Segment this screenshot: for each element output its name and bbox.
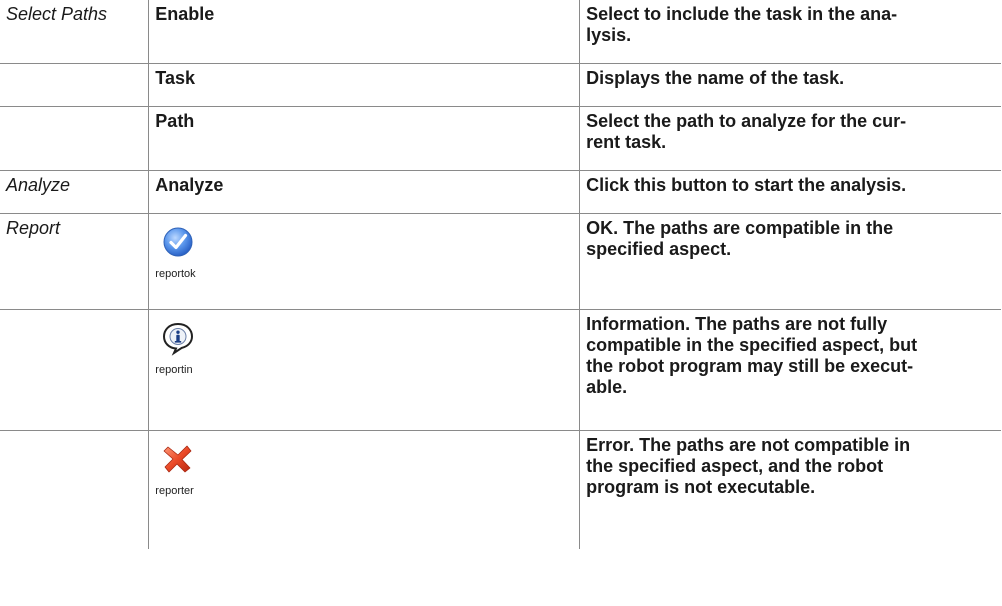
- table-row: Analyze Analyze Click this button to sta…: [0, 170, 1001, 214]
- item-label: Analyze: [148, 170, 581, 214]
- section-label: Select Paths: [0, 0, 150, 64]
- description-text: Information. The paths are not fully comp…: [579, 309, 1001, 431]
- item-label: Enable: [148, 0, 581, 64]
- icon-caption: reportok: [155, 268, 196, 280]
- item-label: Task: [148, 63, 581, 107]
- description-text: Click this button to start the analysis.: [579, 170, 1001, 214]
- table-row: Path Select the path to analyze for the …: [0, 106, 1001, 171]
- section-label: Analyze: [0, 170, 150, 214]
- description-text: OK. The paths are compatible in the speci…: [579, 213, 1001, 310]
- check-icon: [160, 224, 196, 260]
- table-row: Select Paths Enable Select to include th…: [0, 0, 1001, 64]
- section-label: [0, 309, 150, 431]
- item-label: Path: [148, 106, 581, 171]
- icon-cell: reportin: [148, 309, 581, 431]
- icon-cell: reporter: [148, 430, 581, 549]
- table-row: Task Displays the name of the task.: [0, 63, 1001, 107]
- description-text: Displays the name of the task.: [579, 63, 1001, 107]
- error-x-icon: [160, 441, 196, 477]
- description-text: Error. The paths are not compatible in th…: [579, 430, 1001, 549]
- report-options-table: Select Paths Enable Select to include th…: [0, 0, 1001, 549]
- icon-caption: reporter: [155, 485, 194, 497]
- section-label: [0, 63, 150, 107]
- section-label: Report: [0, 213, 150, 310]
- description-text: Select to include the task in the ana-ly…: [579, 0, 1001, 64]
- table-row: Report reportok OK. The paths are compat…: [0, 213, 1001, 310]
- table-row: reportin Information. The paths are not …: [0, 309, 1001, 431]
- table-row: reporter Error. The paths are not compat…: [0, 430, 1001, 549]
- icon-cell: reportok: [148, 213, 581, 310]
- info-icon: [160, 320, 196, 356]
- icon-caption: reportin: [155, 364, 193, 376]
- description-text: Select the path to analyze for the cur-r…: [579, 106, 1001, 171]
- section-label: [0, 430, 150, 549]
- section-label: [0, 106, 150, 171]
